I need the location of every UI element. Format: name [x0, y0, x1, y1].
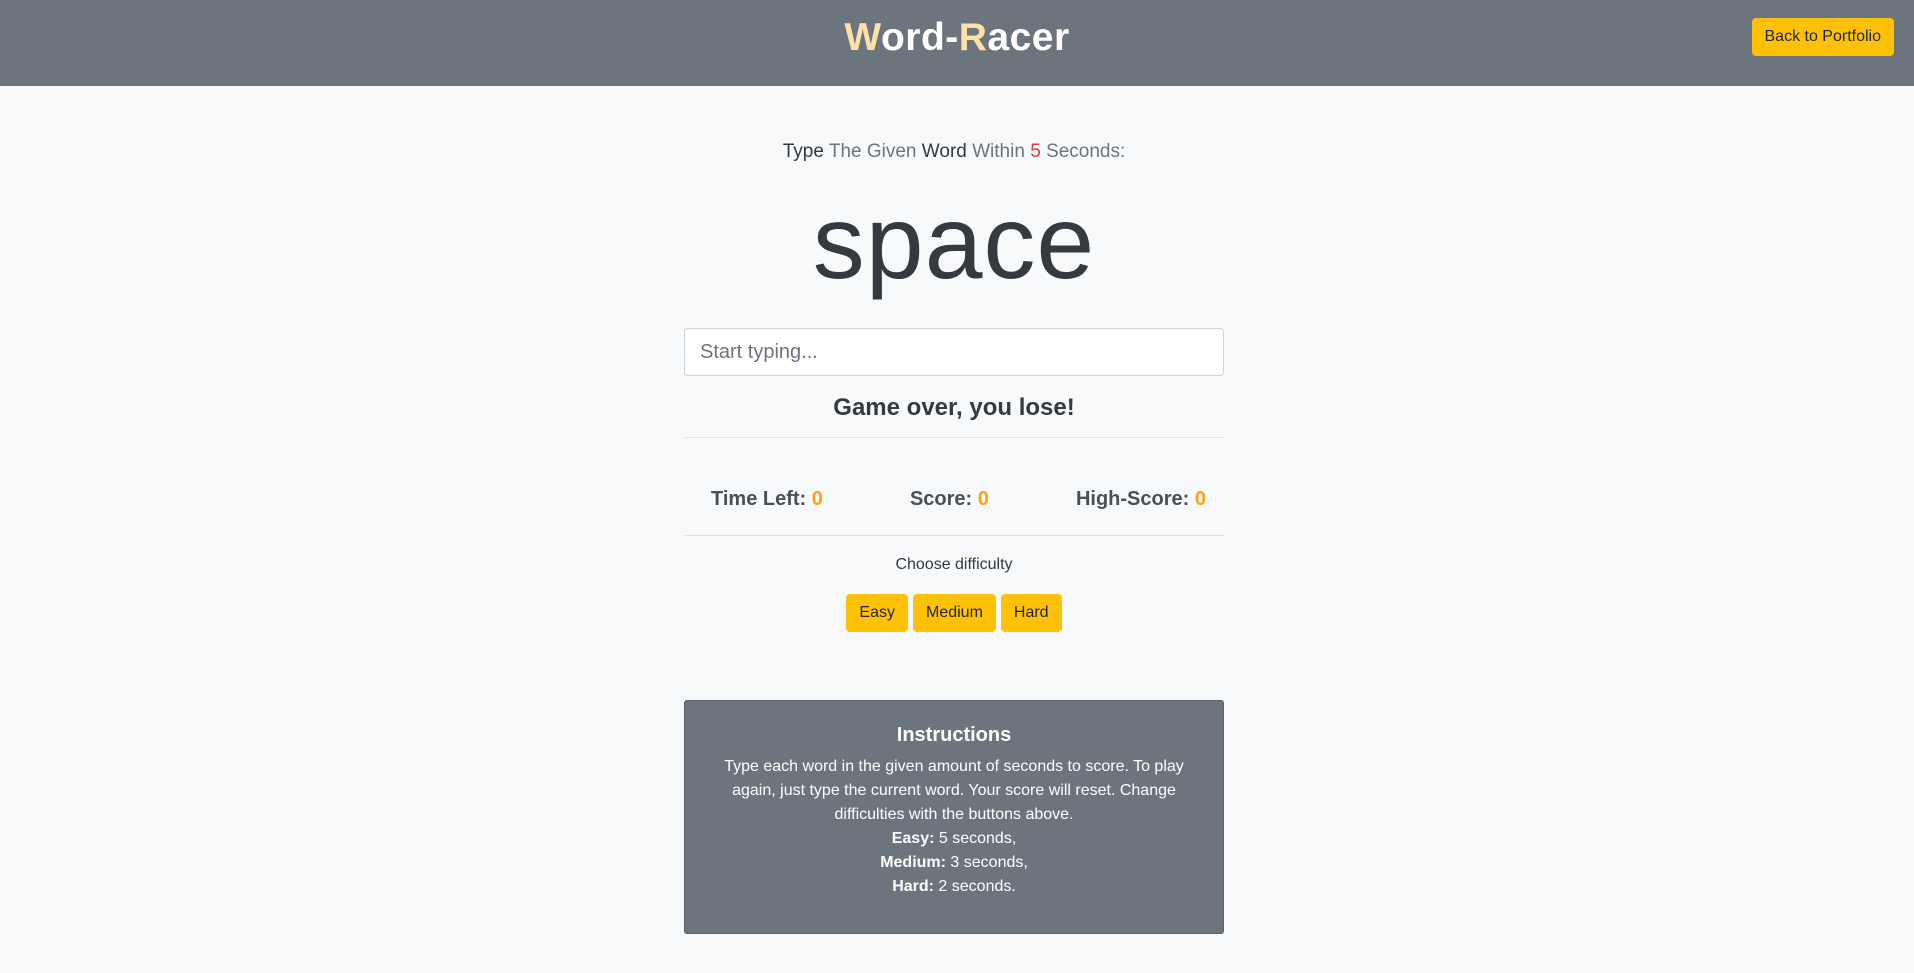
medium-instruction: Medium: 3 seconds, [715, 851, 1193, 875]
brand-text-ord: ord- [880, 16, 959, 59]
hard-instruction-label: Hard: [892, 878, 934, 895]
prompt-type: Type [782, 141, 824, 162]
medium-instruction-label: Medium: [880, 854, 946, 871]
word-input[interactable] [684, 328, 1224, 376]
seconds-value: 5 [1030, 141, 1041, 162]
navbar: Word-Racer Back to Portfolio [0, 0, 1914, 86]
time-left-label: Time Left: [711, 488, 807, 510]
easy-instruction-text: 5 seconds, [938, 830, 1017, 847]
time-left-value: 0 [811, 488, 823, 510]
hard-instruction: Hard: 2 seconds. [715, 875, 1193, 899]
hard-instruction-text: 2 seconds. [938, 878, 1016, 895]
app-title: Word-Racer [0, 16, 1914, 60]
prompt-text: Type The Given Word Within 5 Seconds: [684, 138, 1224, 166]
instructions-panel: Instructions Type each word in the given… [684, 700, 1224, 934]
divider [684, 535, 1224, 536]
brand-letter-r: R [958, 16, 988, 59]
game-message: Game over, you lose! [833, 394, 1075, 421]
hard-button[interactable]: Hard [1000, 594, 1062, 632]
score-value: 0 [977, 488, 989, 510]
easy-button[interactable]: Easy [846, 594, 908, 632]
prompt-seconds-label: Seconds: [1046, 141, 1126, 162]
input-wrapper [684, 328, 1224, 376]
instructions-body: Type each word in the given amount of se… [724, 758, 1184, 823]
high-score-value: 0 [1194, 488, 1206, 510]
brand-text-acer: acer [987, 16, 1070, 59]
game-area: Type The Given Word Within 5 Seconds: sp… [684, 86, 1224, 632]
divider [684, 437, 1224, 438]
difficulty-buttons: Easy Medium Hard [684, 594, 1224, 632]
difficulty-label: Choose difficulty [895, 556, 1013, 573]
instructions-title: Instructions [896, 724, 1012, 746]
prompt-the-given: The Given [828, 141, 917, 162]
high-score-stat: High-Score: 0 [1076, 486, 1206, 512]
current-word: space [812, 185, 1096, 301]
time-left-stat: Time Left: 0 [711, 486, 823, 512]
high-score-label: High-Score: [1075, 488, 1190, 510]
medium-instruction-text: 3 seconds, [950, 854, 1028, 871]
easy-instruction-label: Easy: [891, 830, 935, 847]
score-label: Score: [909, 488, 973, 510]
back-to-portfolio-button[interactable]: Back to Portfolio [1751, 18, 1894, 56]
prompt-word: Word [921, 141, 967, 162]
stats-row: Time Left: 0 Score: 0 High-Score: 0 [684, 486, 1224, 512]
prompt-within: Within [972, 141, 1025, 162]
brand-letter-w: W [844, 16, 881, 59]
medium-button[interactable]: Medium [912, 594, 996, 632]
easy-instruction: Easy: 5 seconds, [715, 827, 1193, 851]
score-stat: Score: 0 [910, 486, 989, 512]
